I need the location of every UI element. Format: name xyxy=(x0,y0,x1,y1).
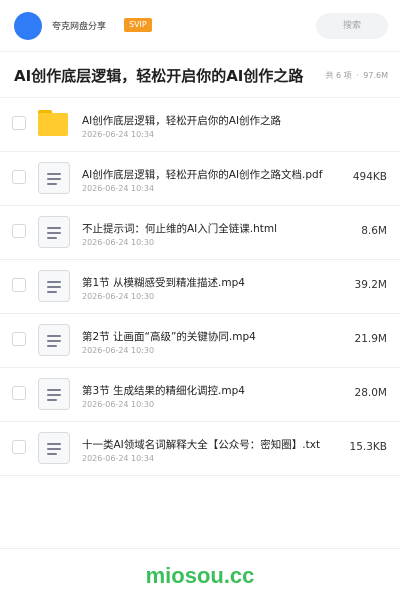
item-count: 共 6 项 xyxy=(325,71,352,80)
folder-header: AI创作底层逻辑，轻松开启你的AI创作之路 共 6 项 · 97.6M xyxy=(0,52,400,98)
list-item[interactable]: 十一类AI领域名词解释大全【公众号：密知圈】.txt 2026-06-24 10… xyxy=(0,422,400,476)
page-title: AI创作底层逻辑，轻松开启你的AI创作之路 xyxy=(14,67,304,85)
file-name[interactable]: 不止提示词：何止维的AI入门全链课.html xyxy=(82,221,338,236)
footer-divider xyxy=(0,548,400,549)
document-icon xyxy=(38,324,70,356)
document-icon xyxy=(38,270,70,302)
user-name: 夸克网盘分享 xyxy=(52,22,107,32)
file-date: 2026-06-24 10:30 xyxy=(82,238,155,247)
list-item[interactable]: AI创作底层逻辑，轻松开启你的AI创作之路 2026-06-24 10:34 xyxy=(0,98,400,152)
file-name[interactable]: 第3节 生成结果的精细化调控.mp4 xyxy=(82,383,338,398)
file-name[interactable]: AI创作底层逻辑，轻松开启你的AI创作之路文档.pdf xyxy=(82,167,338,182)
file-size: 15.3KB xyxy=(349,441,387,453)
watermark: miosou.cc xyxy=(145,563,255,588)
select-checkbox[interactable] xyxy=(12,332,26,346)
file-date: 2026-06-24 10:30 xyxy=(82,292,155,301)
file-date: 2026-06-24 10:34 xyxy=(82,184,155,193)
search-input[interactable]: 搜索 xyxy=(316,13,388,39)
file-date: 2026-06-24 10:34 xyxy=(82,130,155,139)
document-icon xyxy=(38,432,70,464)
document-icon xyxy=(38,162,70,194)
select-checkbox[interactable] xyxy=(12,170,26,184)
file-size: 39.2M xyxy=(354,279,387,291)
top-bar: 夸克网盘分享 SVIP 搜索 xyxy=(0,0,400,52)
file-name[interactable]: 第2节 让画面“高级”的关键协同.mp4 xyxy=(82,329,338,344)
list-item[interactable]: 第3节 生成结果的精细化调控.mp4 2026-06-24 10:30 28.0… xyxy=(0,368,400,422)
file-name[interactable]: 十一类AI领域名词解释大全【公众号：密知圈】.txt xyxy=(82,437,338,452)
file-size: 28.0M xyxy=(354,387,387,399)
list-item[interactable]: 不止提示词：何止维的AI入门全链课.html 2026-06-24 10:30 … xyxy=(0,206,400,260)
file-name[interactable]: 第1节 从模糊感受到精准描述.mp4 xyxy=(82,275,338,290)
list-item[interactable]: 第1节 从模糊感受到精准描述.mp4 2026-06-24 10:30 39.2… xyxy=(0,260,400,314)
file-date: 2026-06-24 10:34 xyxy=(82,454,155,463)
list-item[interactable]: AI创作底层逻辑，轻松开启你的AI创作之路文档.pdf 2026-06-24 1… xyxy=(0,152,400,206)
file-size: 21.9M xyxy=(354,333,387,345)
file-list: AI创作底层逻辑，轻松开启你的AI创作之路 2026-06-24 10:34 A… xyxy=(0,98,400,476)
select-checkbox[interactable] xyxy=(12,440,26,454)
folder-icon xyxy=(38,108,70,140)
select-checkbox[interactable] xyxy=(12,116,26,130)
select-checkbox[interactable] xyxy=(12,224,26,238)
file-name[interactable]: AI创作底层逻辑，轻松开启你的AI创作之路 xyxy=(82,113,338,128)
meta-separator: · xyxy=(356,71,359,80)
total-size: 97.6M xyxy=(363,71,388,80)
file-size: 8.6M xyxy=(361,225,387,237)
list-item[interactable]: 第2节 让画面“高级”的关键协同.mp4 2026-06-24 10:30 21… xyxy=(0,314,400,368)
select-checkbox[interactable] xyxy=(12,278,26,292)
document-icon xyxy=(38,378,70,410)
svip-badge: SVIP xyxy=(124,18,152,32)
document-icon xyxy=(38,216,70,248)
select-checkbox[interactable] xyxy=(12,386,26,400)
file-size: 494KB xyxy=(352,171,387,183)
folder-meta: 共 6 项 · 97.6M xyxy=(323,70,388,81)
avatar[interactable] xyxy=(14,12,42,40)
file-date: 2026-06-24 10:30 xyxy=(82,346,155,355)
file-date: 2026-06-24 10:30 xyxy=(82,400,155,409)
